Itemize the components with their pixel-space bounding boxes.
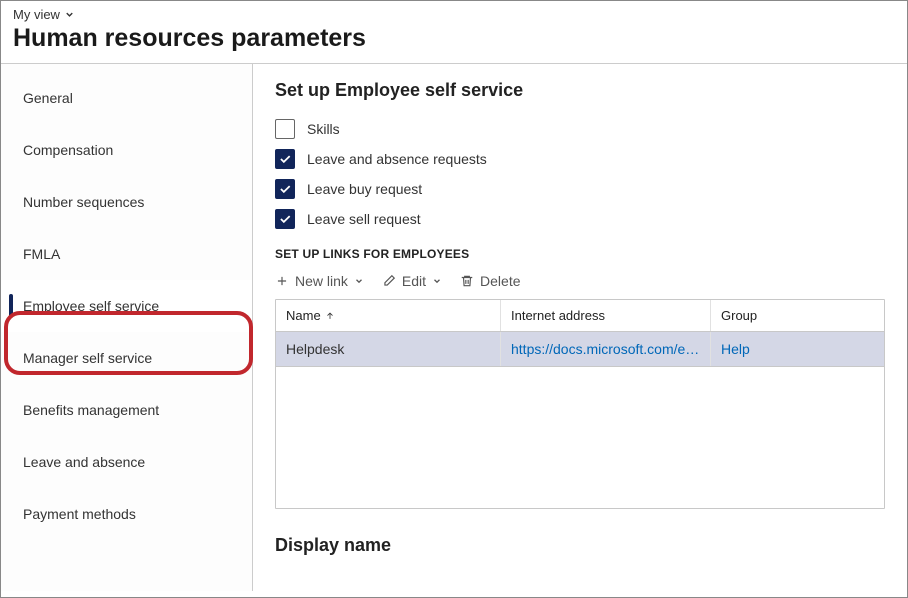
page-title: Human resources parameters — [1, 24, 907, 63]
delete-button[interactable]: Delete — [460, 273, 520, 289]
sidebar-item-compensation[interactable]: Compensation — [1, 124, 252, 176]
table-body: Helpdeskhttps://docs.microsoft.com/en-u.… — [276, 332, 884, 508]
display-name-section-title: Display name — [275, 535, 885, 556]
plus-icon — [275, 274, 289, 288]
edit-button[interactable]: Edit — [382, 273, 442, 289]
sidebar-item-number-sequences[interactable]: Number sequences — [1, 176, 252, 228]
view-selector-label: My view — [13, 7, 60, 22]
sidebar-item-label: General — [23, 90, 73, 106]
table-row[interactable]: Helpdeskhttps://docs.microsoft.com/en-u.… — [276, 332, 884, 367]
sidebar-item-payment-methods[interactable]: Payment methods — [1, 488, 252, 540]
column-header-address[interactable]: Internet address — [501, 300, 711, 331]
cell-address[interactable]: https://docs.microsoft.com/en-u... — [501, 332, 711, 366]
sort-asc-icon — [325, 311, 335, 321]
sidebar-item-label: FMLA — [23, 246, 60, 262]
links-table: Name Internet address Group Helpdeskhttp… — [275, 299, 885, 509]
chevron-down-icon — [354, 276, 364, 286]
cell-group[interactable]: Help — [711, 332, 884, 366]
checkbox-label: Skills — [307, 121, 340, 137]
chevron-down-icon — [64, 9, 75, 20]
checkbox[interactable] — [275, 149, 295, 169]
sidebar-item-label: Benefits management — [23, 402, 159, 418]
checkbox[interactable] — [275, 179, 295, 199]
column-header-group[interactable]: Group — [711, 300, 884, 331]
sidebar: General Compensation Number sequences FMLA E… — [1, 64, 253, 591]
sidebar-item-general[interactable]: General — [1, 72, 252, 124]
sidebar-item-label: Leave and absence — [23, 454, 145, 470]
sidebar-item-label: Number sequences — [23, 194, 144, 210]
sidebar-item-label: Employee self service — [23, 298, 159, 314]
links-caption: SET UP LINKS FOR EMPLOYEES — [275, 247, 885, 261]
view-selector[interactable]: My view — [1, 1, 87, 24]
delete-label: Delete — [480, 273, 520, 289]
links-toolbar: New link Edit Delete — [275, 273, 885, 289]
edit-label: Edit — [402, 273, 426, 289]
check-icon — [278, 182, 292, 196]
new-link-button[interactable]: New link — [275, 273, 364, 289]
checkbox-row-skills[interactable]: Skills — [275, 119, 885, 139]
sidebar-item-fmla[interactable]: FMLA — [1, 228, 252, 280]
checkbox-label: Leave and absence requests — [307, 151, 487, 167]
sidebar-item-label: Manager self service — [23, 350, 152, 366]
trash-icon — [460, 274, 474, 288]
sidebar-item-label: Payment methods — [23, 506, 136, 522]
checkbox-label: Leave sell request — [307, 211, 421, 227]
check-icon — [278, 152, 292, 166]
content-panel: Set up Employee self service Skills Leave… — [253, 64, 907, 591]
checkbox[interactable] — [275, 119, 295, 139]
pencil-icon — [382, 274, 396, 288]
sidebar-item-manager-self-service[interactable]: Manager self service — [1, 332, 252, 384]
checkbox-row-leave-sell-request[interactable]: Leave sell request — [275, 209, 885, 229]
checkbox[interactable] — [275, 209, 295, 229]
section-title: Set up Employee self service — [275, 80, 885, 101]
checkbox-row-leave-buy-request[interactable]: Leave buy request — [275, 179, 885, 199]
sidebar-item-benefits-management[interactable]: Benefits management — [1, 384, 252, 436]
column-header-name[interactable]: Name — [276, 300, 501, 331]
new-link-label: New link — [295, 273, 348, 289]
cell-name: Helpdesk — [276, 332, 501, 366]
checkbox-label: Leave buy request — [307, 181, 422, 197]
checkbox-row-leave-and-absence-requests[interactable]: Leave and absence requests — [275, 149, 885, 169]
sidebar-item-label: Compensation — [23, 142, 113, 158]
chevron-down-icon — [432, 276, 442, 286]
sidebar-item-employee-self-service[interactable]: Employee self service — [1, 280, 252, 332]
table-header: Name Internet address Group — [276, 300, 884, 332]
check-icon — [278, 212, 292, 226]
sidebar-item-leave-and-absence[interactable]: Leave and absence — [1, 436, 252, 488]
